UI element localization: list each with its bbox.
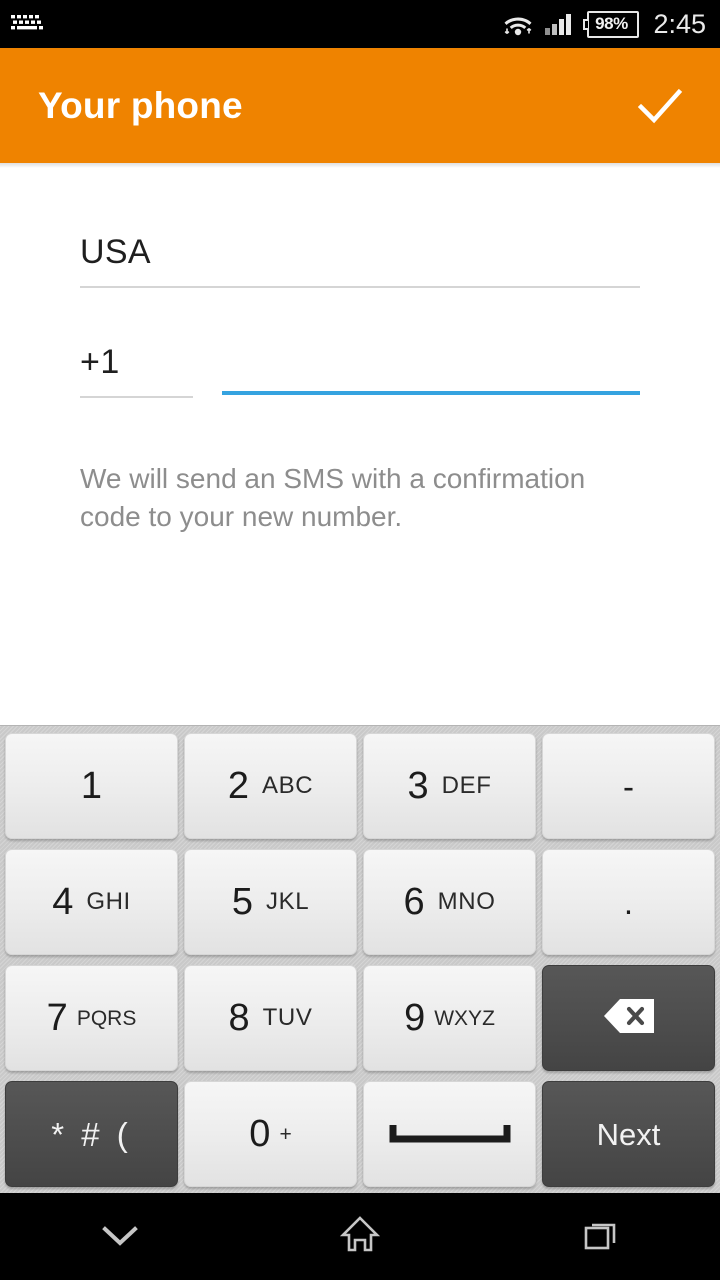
key-sublabel: PQRS [76, 1006, 137, 1030]
numeric-keyboard: 1 2 ABC 3 DEF - 4 GHI 5 JKL 6 MNO . 7 PQ… [0, 725, 720, 1195]
key-6[interactable]: 6 MNO [363, 849, 536, 955]
key-0[interactable]: 0 + [184, 1081, 357, 1187]
country-code-value[interactable]: +1 [80, 343, 193, 396]
nav-recents-button[interactable] [480, 1193, 720, 1280]
country-field[interactable]: USA [80, 233, 640, 288]
key-label: 8 [228, 997, 250, 1039]
key-label: 1 [80, 765, 103, 807]
key-label: . [623, 883, 634, 921]
app-bar: Your phone [0, 48, 720, 163]
navigation-bar [0, 1193, 720, 1280]
key-sublabel: MNO [437, 888, 496, 915]
key-sublabel: ABC [261, 772, 314, 799]
checkmark-icon[interactable] [634, 80, 686, 132]
wifi-icon [503, 11, 533, 37]
nav-back-button[interactable] [0, 1193, 240, 1280]
key-symbols[interactable]: * # ( [5, 1081, 178, 1187]
country-value[interactable]: USA [80, 233, 640, 286]
key-sublabel: JKL [265, 888, 310, 915]
key-sublabel: DEF [441, 772, 492, 799]
page-title: Your phone [38, 84, 243, 126]
key-backspace[interactable] [542, 965, 715, 1071]
keyboard-row-1: 1 2 ABC 3 DEF - [5, 733, 715, 839]
key-space[interactable] [363, 1081, 536, 1187]
country-underline [80, 286, 640, 288]
phone-entry-row: +1 [80, 343, 640, 413]
key-1[interactable]: 1 [5, 733, 178, 839]
key-sublabel: + [279, 1122, 292, 1146]
key-label: 9 [404, 997, 426, 1039]
key-2[interactable]: 2 ABC [184, 733, 357, 839]
backspace-icon [602, 996, 656, 1041]
status-bar-right: 98% 2:45 [503, 9, 706, 40]
phone-number-value[interactable] [222, 343, 640, 391]
recent-apps-icon [572, 1212, 628, 1261]
key-dash[interactable]: - [542, 733, 715, 839]
phone-number-field[interactable] [222, 343, 640, 395]
key-label: * # ( [51, 1115, 132, 1153]
key-sublabel: WXYZ [434, 1006, 495, 1030]
key-label: Next [596, 1116, 661, 1152]
status-bar: 98% 2:45 [0, 0, 720, 48]
battery-percent: 98% [595, 14, 628, 33]
chevron-down-icon [92, 1212, 148, 1261]
key-label: 0 [249, 1113, 271, 1155]
key-label: 6 [403, 881, 425, 923]
key-5[interactable]: 5 JKL [184, 849, 357, 955]
keyboard-row-2: 4 GHI 5 JKL 6 MNO . [5, 849, 715, 955]
key-next[interactable]: Next [542, 1081, 715, 1187]
key-sublabel: TUV [262, 1004, 313, 1031]
key-label: - [623, 767, 634, 805]
key-8[interactable]: 8 TUV [184, 965, 357, 1071]
helper-text: We will send an SMS with a confirmation … [80, 463, 586, 532]
key-label: 5 [231, 881, 253, 923]
keyboard-row-3: 7 PQRS 8 TUV 9 WXYZ [5, 965, 715, 1071]
key-label: 3 [407, 765, 429, 807]
key-7[interactable]: 7 PQRS [5, 965, 178, 1071]
key-label: 2 [227, 765, 249, 807]
nav-home-button[interactable] [240, 1193, 480, 1280]
key-3[interactable]: 3 DEF [363, 733, 536, 839]
key-sublabel: GHI [86, 888, 131, 915]
battery-icon: 98% [583, 10, 640, 38]
key-4[interactable]: 4 GHI [5, 849, 178, 955]
country-code-underline [80, 396, 193, 398]
keyboard-icon [10, 13, 44, 35]
phone-number-underline-focused [222, 391, 640, 395]
key-9[interactable]: 9 WXYZ [363, 965, 536, 1071]
form-content: USA +1 We will send an SMS with a confir… [0, 168, 720, 725]
status-bar-left [10, 13, 44, 35]
home-icon [332, 1212, 388, 1261]
keyboard-row-4: * # ( 0 + Next [5, 1081, 715, 1187]
signal-bars-icon [544, 12, 572, 36]
key-period[interactable]: . [542, 849, 715, 955]
country-code-field[interactable]: +1 [80, 343, 193, 398]
status-bar-clock: 2:45 [653, 8, 706, 39]
key-label: 4 [52, 881, 74, 923]
spacebar-icon [389, 1117, 511, 1152]
key-label: 7 [46, 997, 68, 1039]
